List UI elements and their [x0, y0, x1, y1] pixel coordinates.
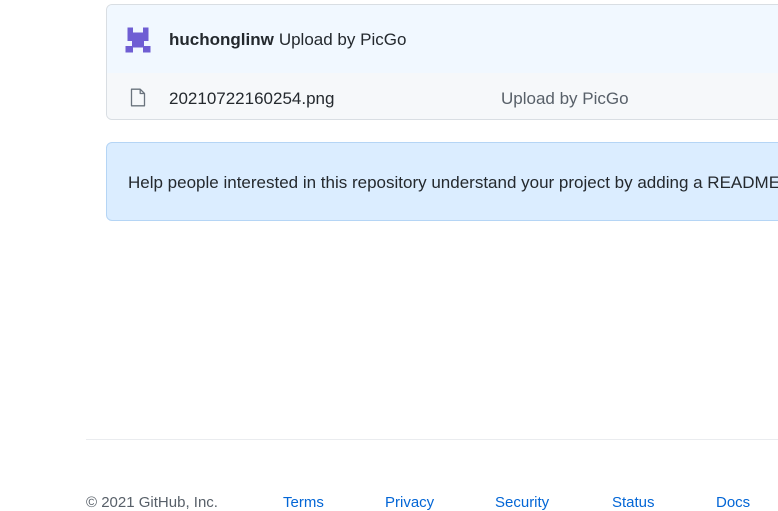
footer-copyright: © 2021 GitHub, Inc. [86, 494, 218, 511]
readme-prompt-text: Help people interested in this repositor… [128, 173, 778, 192]
file-row: 20210722160254.png Upload by PicGo [107, 73, 778, 119]
commit-author-link[interactable]: huchonglinw [169, 30, 274, 49]
readme-prompt: Help people interested in this repositor… [106, 142, 778, 221]
footer-link-security[interactable]: Security [495, 494, 549, 511]
footer-divider [86, 439, 778, 440]
file-commit-message-link[interactable]: Upload by PicGo [501, 89, 629, 109]
footer-link-terms[interactable]: Terms [283, 494, 324, 511]
repository-page: huchonglinw Upload by PicGo 2021072216025… [0, 0, 778, 511]
commit-summary: huchonglinw Upload by PicGo [169, 30, 406, 50]
file-name-link[interactable]: 20210722160254.png [169, 89, 334, 109]
footer-link-status[interactable]: Status [612, 494, 655, 511]
commit-message-link[interactable]: Upload by PicGo [279, 30, 407, 49]
file-browser: huchonglinw Upload by PicGo 2021072216025… [106, 4, 778, 120]
identicon-avatar-icon[interactable] [124, 26, 152, 54]
footer-link-docs[interactable]: Docs [716, 494, 750, 511]
latest-commit-row: huchonglinw Upload by PicGo [107, 5, 778, 74]
footer-link-privacy[interactable]: Privacy [385, 494, 434, 511]
file-icon [130, 88, 146, 107]
